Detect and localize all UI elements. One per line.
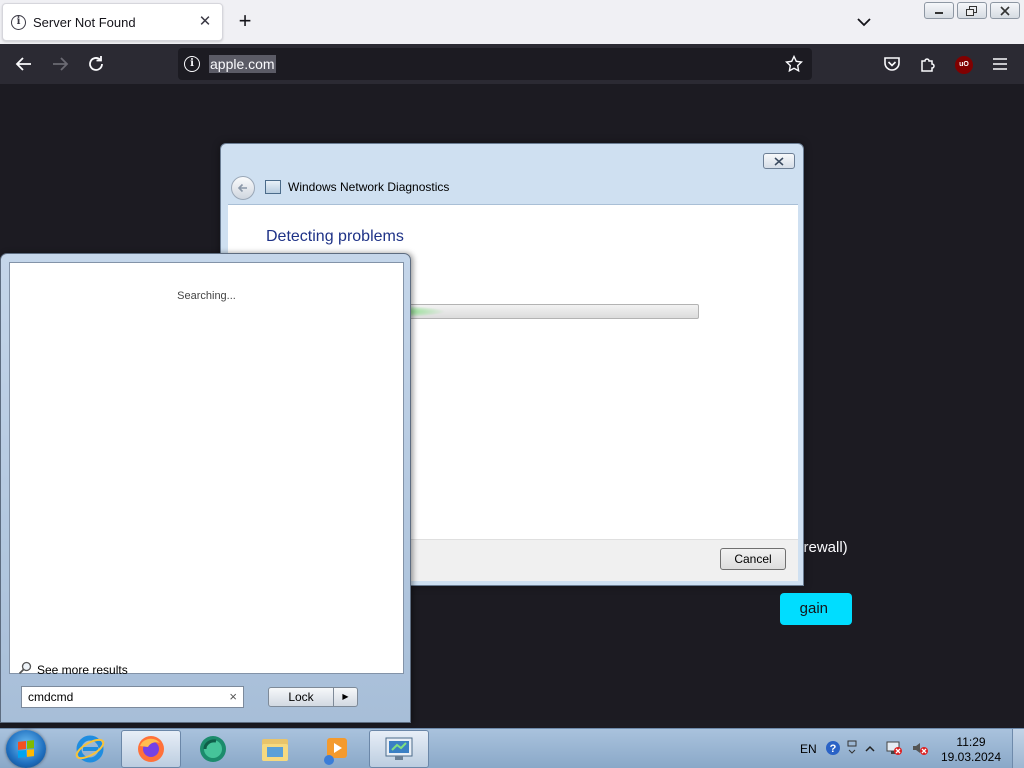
windows-logo-icon: [18, 740, 34, 758]
dialog-close-button[interactable]: [763, 153, 795, 169]
back-arrow-icon: [15, 57, 31, 71]
chevron-down-icon: [857, 18, 871, 27]
browser-tab[interactable]: i Server Not Found ✕: [2, 3, 223, 41]
minimize-icon: [935, 11, 943, 14]
star-icon: [784, 54, 804, 73]
browser-tab-bar: i Server Not Found ✕ +: [0, 0, 1024, 44]
volume-muted-icon[interactable]: [911, 740, 929, 759]
bookmark-star-icon[interactable]: [784, 54, 804, 78]
ublock-origin-icon[interactable]: uO: [955, 56, 973, 74]
notification-area: EN ?: [790, 729, 929, 768]
start-search-input[interactable]: cmdcmd ×: [21, 686, 244, 708]
language-indicator[interactable]: EN: [800, 742, 817, 756]
clock-time: 11:29: [956, 735, 986, 749]
show-desktop-button[interactable]: [1012, 729, 1024, 768]
forward-button[interactable]: [48, 52, 72, 76]
tab-title: Server Not Found: [33, 14, 136, 30]
start-search-value: cmdcmd: [28, 690, 74, 704]
forward-arrow-icon: [53, 57, 69, 71]
pocket-icon: [884, 57, 900, 71]
back-arrow-icon: [237, 183, 247, 193]
window-controls: [924, 2, 1020, 19]
url-text[interactable]: apple.com: [209, 55, 276, 73]
network-error-icon[interactable]: [885, 740, 903, 759]
internet-explorer-icon: [75, 735, 105, 763]
start-menu: Searching... See more results cmdcmd × L…: [0, 253, 411, 723]
start-button[interactable]: [6, 730, 46, 768]
hamburger-menu-icon: [993, 58, 1007, 70]
info-icon: i: [11, 14, 26, 30]
help-icon[interactable]: ?: [825, 740, 841, 759]
reload-icon: [89, 56, 103, 71]
start-menu-bottom-bar: cmdcmd × Lock ▶: [1, 675, 410, 723]
reload-button[interactable]: [84, 52, 108, 76]
new-tab-button[interactable]: +: [233, 10, 257, 34]
clock-date: 19.03.2024: [940, 750, 1002, 764]
app-menu-button[interactable]: [988, 52, 1012, 76]
folder-icon: [262, 739, 288, 761]
restore-button[interactable]: [957, 2, 987, 19]
close-icon: [774, 156, 784, 166]
puzzle-piece-icon: [921, 58, 935, 72]
site-info-icon[interactable]: i: [184, 56, 200, 72]
minimize-button[interactable]: [924, 2, 954, 19]
extensions-button[interactable]: [916, 52, 940, 76]
tab-list-button[interactable]: [852, 10, 876, 34]
dialog-back-button[interactable]: [231, 176, 255, 200]
back-button[interactable]: [12, 52, 36, 76]
navigation-toolbar: i apple.com: [0, 44, 1024, 84]
lock-button[interactable]: Lock: [268, 687, 334, 707]
search-results-pane: Searching... See more results: [9, 262, 404, 677]
taskbar-media-app[interactable]: [183, 730, 243, 768]
network-diagnostics-icon: [265, 180, 281, 194]
taskbar: EN ? 11:29 19.03.2024: [0, 728, 1024, 768]
network-diagnostics-icon: [385, 737, 413, 760]
close-window-button[interactable]: [990, 2, 1020, 19]
keyboard-settings-icon[interactable]: [847, 739, 857, 760]
firefox-icon: [138, 736, 164, 762]
media-player-icon: [324, 738, 347, 765]
power-options-arrow-button[interactable]: ▶: [334, 687, 358, 707]
taskbar-windows-explorer[interactable]: [245, 730, 305, 768]
restore-icon: [966, 5, 977, 16]
searching-status: Searching...: [177, 290, 236, 302]
tab-close-button[interactable]: ✕: [196, 13, 214, 31]
taskbar-firefox[interactable]: [121, 730, 181, 768]
cancel-button[interactable]: Cancel: [720, 548, 786, 570]
try-again-button[interactable]: gain: [780, 593, 852, 625]
taskbar-media-player[interactable]: [305, 730, 365, 768]
show-hidden-icons-chevron-up-icon[interactable]: [865, 742, 875, 756]
svg-text:?: ?: [829, 743, 836, 755]
pocket-button[interactable]: [880, 52, 904, 76]
close-icon: [1000, 5, 1010, 16]
address-bar[interactable]: i apple.com: [178, 48, 812, 80]
clear-search-icon[interactable]: ×: [229, 687, 237, 707]
taskbar-network-diagnostics[interactable]: [369, 730, 429, 768]
taskbar-clock[interactable]: 11:29 19.03.2024: [939, 735, 1003, 765]
dialog-title: Windows Network Diagnostics: [288, 180, 450, 194]
dialog-heading: Detecting problems: [266, 228, 404, 245]
taskbar-internet-explorer[interactable]: [60, 730, 120, 768]
media-app-icon: [200, 736, 226, 762]
